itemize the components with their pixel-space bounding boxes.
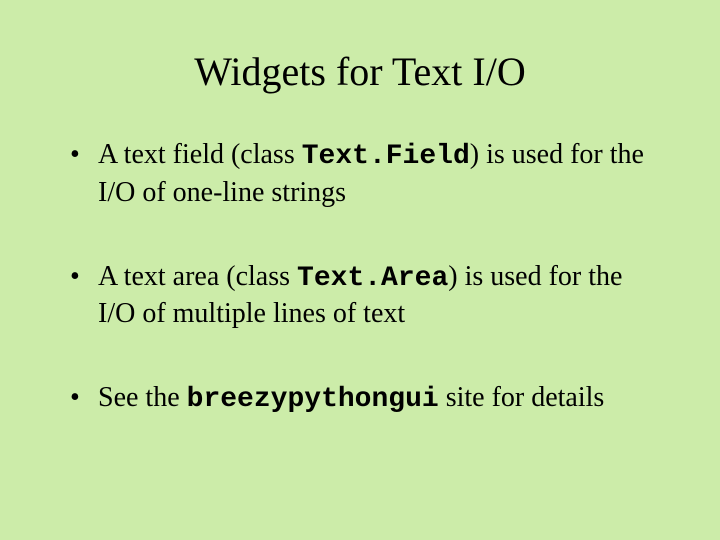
bullet-text-post: site for details	[439, 382, 605, 413]
list-item: A text field (class Text.Field) is used …	[60, 137, 660, 211]
slide-title: Widgets for Text I/O	[60, 48, 660, 95]
bullet-text-pre: A text field (class	[98, 139, 302, 170]
list-item: A text area (class Text.Area) is used fo…	[60, 259, 660, 333]
list-item: See the breezypythongui site for details	[60, 380, 660, 418]
bullet-text-pre: See the	[98, 382, 187, 413]
bullet-text-pre: A text area (class	[98, 261, 297, 292]
slide: Widgets for Text I/O A text field (class…	[0, 0, 720, 540]
code-literal: breezypythongui	[187, 384, 439, 415]
code-literal: Text.Area	[297, 263, 448, 294]
bullet-list: A text field (class Text.Field) is used …	[60, 137, 660, 418]
code-literal: Text.Field	[302, 141, 470, 172]
